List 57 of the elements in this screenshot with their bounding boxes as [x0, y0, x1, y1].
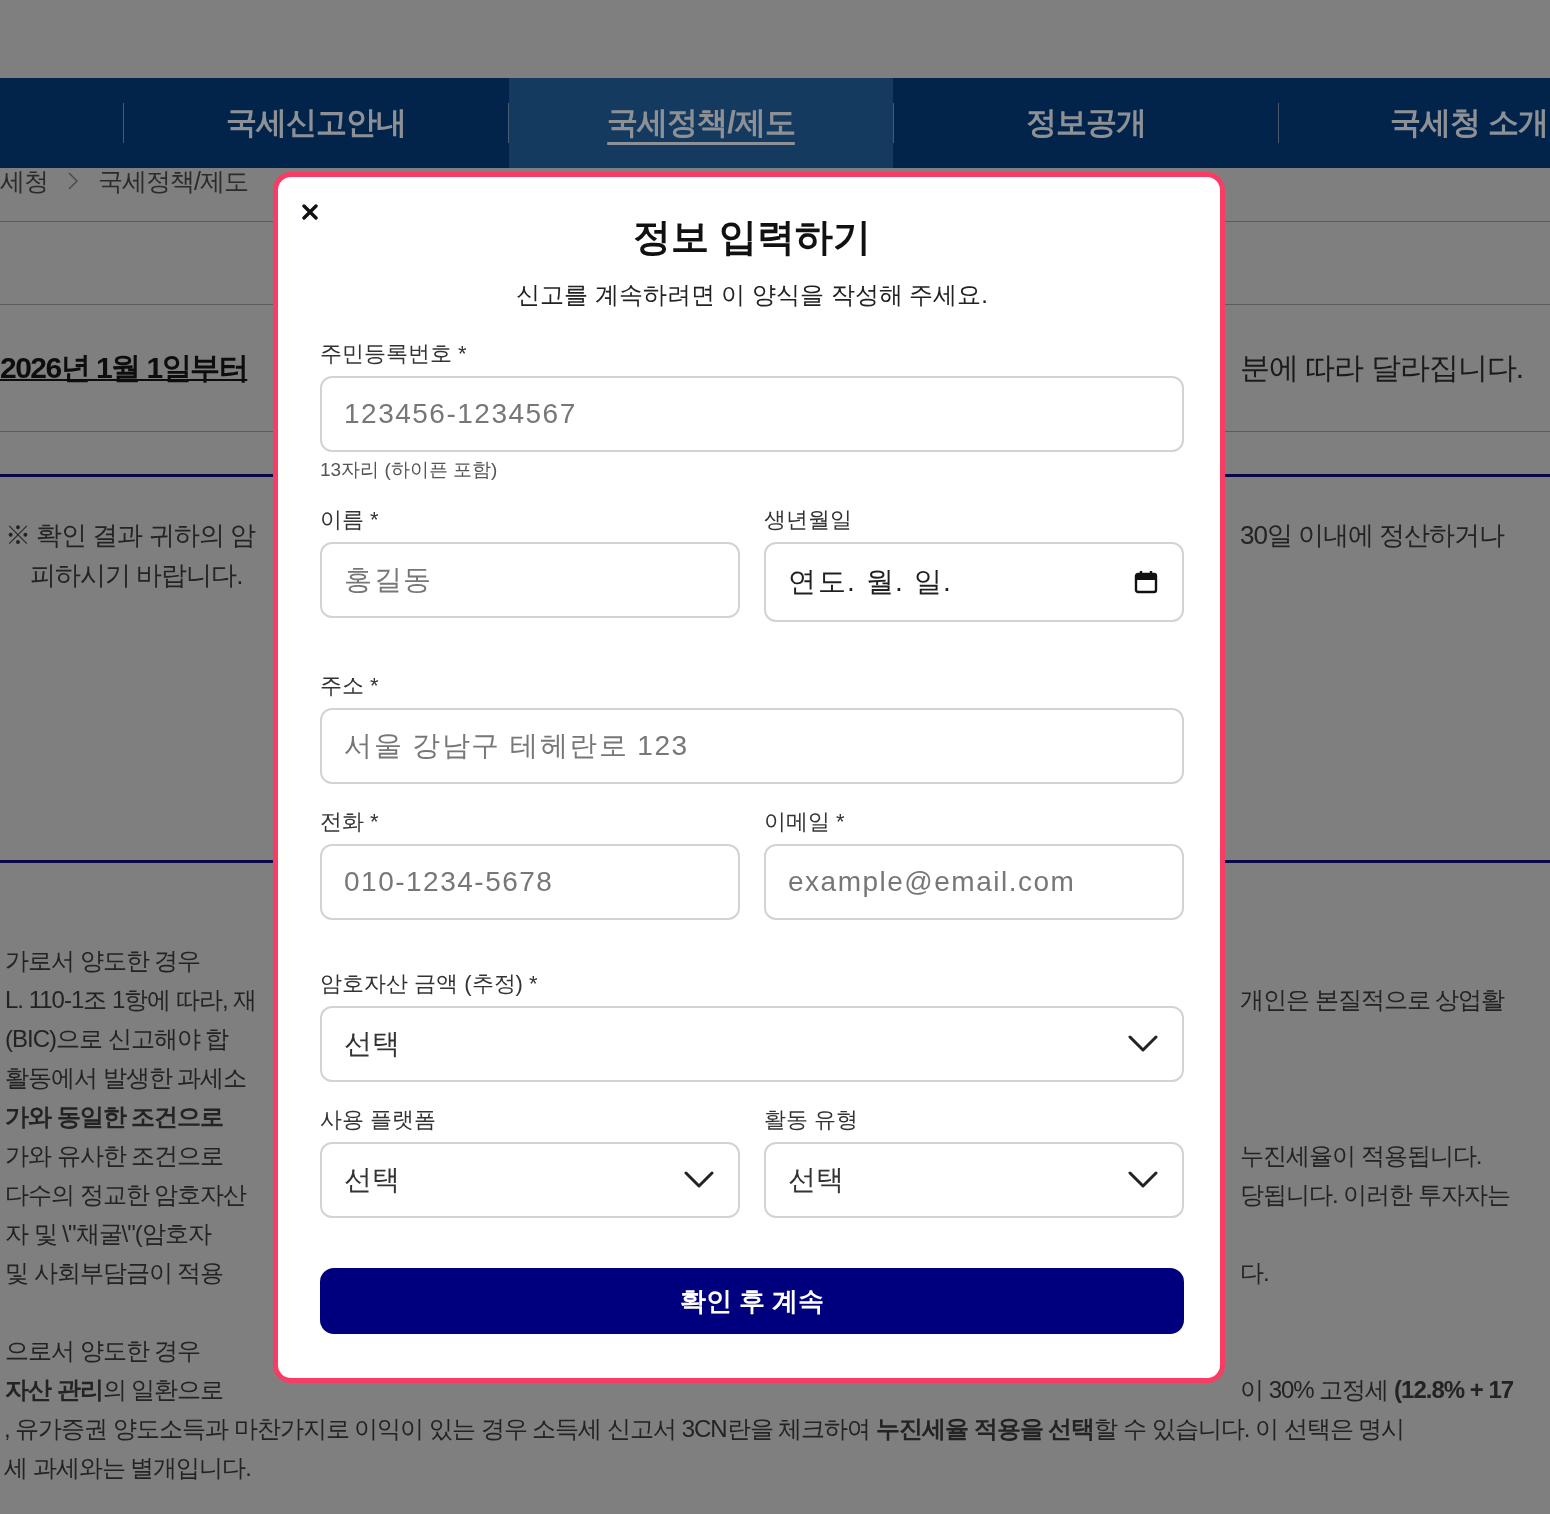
field-hint: 13자리 (하이픈 포함) — [320, 458, 498, 482]
notice-text: ※ 확인 결과 귀하의 암 — [5, 518, 255, 552]
paragraph-text: 이 30% 고정세 (12.8% + 17 — [1240, 1374, 1514, 1405]
paragraph-text: 다수의 정교한 암호자산 — [5, 1179, 247, 1210]
close-icon[interactable] — [302, 204, 318, 220]
text-field[interactable]: 홍길동 — [320, 542, 740, 618]
dropdown[interactable]: 선택 — [764, 1142, 1184, 1218]
chevron-down-icon — [1128, 1171, 1158, 1189]
paragraph-text: 가와 동일한 조건으로 — [5, 1101, 224, 1132]
heading-link[interactable]: 2026년 1월 1일부터 — [0, 347, 248, 389]
submit-button[interactable]: 확인 후 계속 — [320, 1268, 1184, 1334]
field-label: 생년월일 — [764, 506, 852, 534]
text-field[interactable]: 서울 강남구 테헤란로 123 — [320, 708, 1184, 784]
chevron-down-icon — [684, 1171, 714, 1189]
calendar-icon[interactable] — [1134, 570, 1158, 594]
breadcrumb-link[interactable]: 국세정책/제도 — [98, 168, 248, 194]
field-label: 사용 플랫폼 — [320, 1106, 437, 1134]
nav-tab[interactable]: 국세청 소개 — [1279, 78, 1550, 168]
heading-text: 분에 따라 달라집니다. — [1240, 349, 1523, 386]
date-field[interactable]: 연도. 월. 일. — [764, 542, 1184, 622]
field-label: 주민등록번호 * — [320, 340, 467, 368]
paragraph-text: 및 사회부담금이 적용 — [5, 1257, 224, 1288]
notice-text: 30일 이내에 정산하거나 — [1240, 518, 1505, 552]
paragraph-text: (BIC)으로 신고해야 합 — [5, 1023, 229, 1054]
field-label: 이름 * — [320, 506, 379, 534]
nav-tab[interactable]: 정보공개 — [894, 78, 1278, 168]
field-label: 암호자산 금액 (추정) * — [320, 970, 538, 998]
paragraph-text: 개인은 본질적으로 상업활 — [1240, 984, 1505, 1015]
nav-tab[interactable]: 국세신고안내 — [124, 78, 508, 168]
paragraph-text: 으로서 양도한 경우 — [5, 1335, 201, 1366]
breadcrumb-link[interactable]: 세청 — [0, 168, 48, 194]
paragraph-text: 당됩니다. 이러한 투자자는 — [1240, 1179, 1510, 1210]
paragraph-text: 세 과세와는 별개입니다. — [4, 1452, 251, 1483]
dropdown[interactable]: 선택 — [320, 1142, 740, 1218]
dialog-title: 정보 입력하기 — [631, 215, 873, 260]
field-label: 전화 * — [320, 808, 379, 836]
paragraph-text: 다. — [1240, 1257, 1269, 1288]
paragraph-text: 활동에서 발생한 과세소 — [5, 1062, 247, 1093]
notice-text: 피하시기 바랍니다. — [30, 558, 243, 592]
text-field[interactable]: 010-1234-5678 — [320, 844, 740, 920]
paragraph-text: L. 110-1조 1항에 따라, 재 — [5, 984, 257, 1015]
field-label: 이메일 * — [764, 808, 845, 836]
dialog-subtitle: 신고를 계속하려면 이 양식을 작성해 주세요. — [515, 280, 989, 310]
chevron-down-icon — [1128, 1035, 1158, 1053]
chevron-right-icon — [68, 172, 78, 190]
text-field[interactable]: 123456-1234567 — [320, 376, 1184, 452]
field-label: 활동 유형 — [764, 1106, 859, 1134]
dropdown[interactable]: 선택 — [320, 1006, 1184, 1082]
paragraph-text: 누진세율이 적용됩니다. — [1240, 1140, 1482, 1171]
paragraph-text: , 유가증권 양도소득과 마찬가지로 이익이 있는 경우 소득세 신고서 3CN란을 체크하여 누진세율 적용을 선택할 수 있습니다. 이 선택은 명시 — [4, 1413, 1405, 1444]
text-field[interactable]: example@email.com — [764, 844, 1184, 920]
paragraph-text: 가로서 양도한 경우 — [5, 945, 201, 976]
paragraph-text: 자산 관리의 일환으로 — [5, 1374, 224, 1405]
paragraph-text: 가와 유사한 조건으로 — [5, 1140, 224, 1171]
nav-tab[interactable]: 국세정책/제도 — [509, 78, 893, 168]
paragraph-text: 자 및 \"채굴\"(암호자 — [5, 1218, 211, 1249]
field-label: 주소 * — [320, 672, 379, 700]
